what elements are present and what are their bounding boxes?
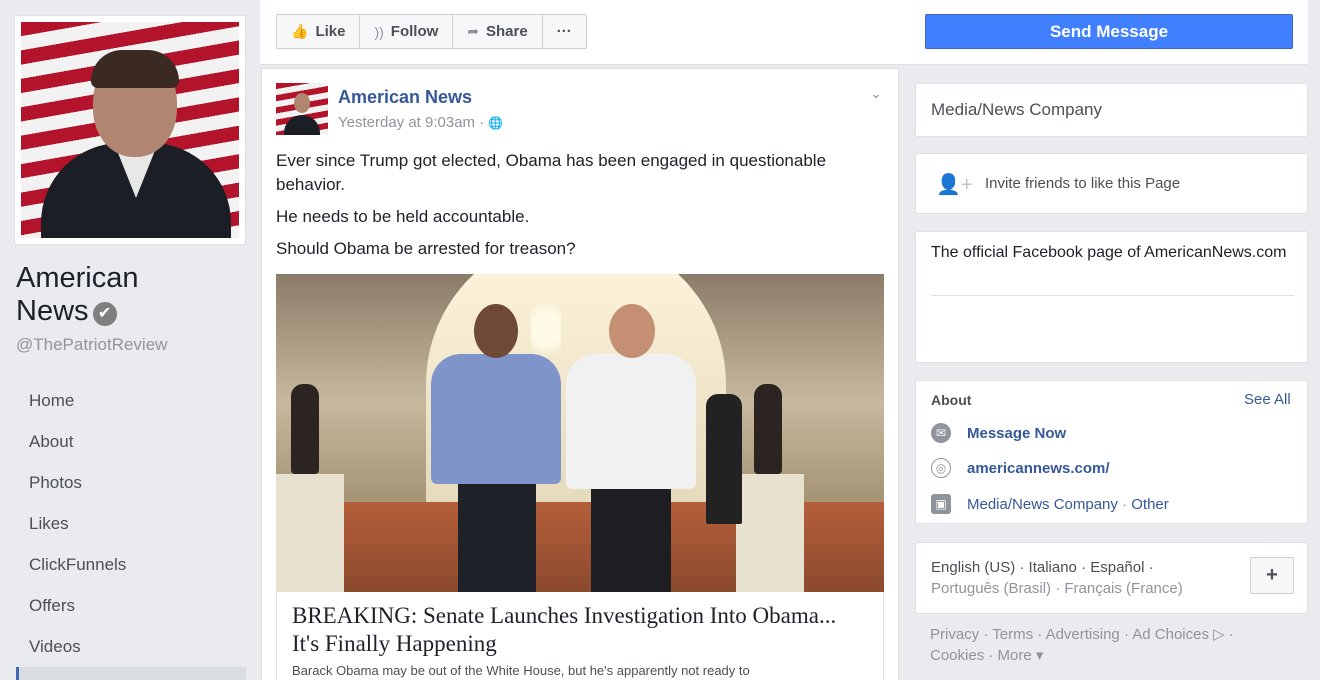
share-button[interactable]: ➦ Share xyxy=(453,15,543,48)
nav-item-likes[interactable]: Likes xyxy=(16,503,246,544)
like-button[interactable]: 👍 Like xyxy=(277,15,361,48)
description-card: The official Facebook page of AmericanNe… xyxy=(915,231,1308,363)
language-current[interactable]: English (US) xyxy=(931,559,1015,576)
chevron-down-icon[interactable]: ⌄ xyxy=(870,85,882,102)
link-preview-image[interactable] xyxy=(276,274,884,592)
link-preview[interactable]: BREAKING: Senate Launches Investigation … xyxy=(276,592,884,680)
about-row-category: ▣ Media/News Company · Other xyxy=(931,492,1169,516)
nav-item-home[interactable]: Home xyxy=(16,380,246,421)
profile-picture[interactable] xyxy=(14,15,246,245)
message-now-link[interactable]: Message Now xyxy=(967,425,1066,442)
thumbs-up-icon: 👍 xyxy=(291,23,309,39)
page-handle[interactable]: @ThePatriotReview xyxy=(16,335,167,355)
category-card: Media/News Company xyxy=(915,83,1308,137)
about-heading: About xyxy=(931,392,972,408)
send-message-button[interactable]: Send Message xyxy=(925,14,1293,49)
post-card: American News Yesterday at 9:03am · 🌐 ⌄ … xyxy=(261,68,899,680)
post-paragraph: Should Obama be arrested for treason? xyxy=(276,239,576,258)
about-card: About See All ✉ Message Now ◎ americanne… xyxy=(915,380,1308,524)
page-description: The official Facebook page of AmericanNe… xyxy=(931,244,1287,261)
invite-card[interactable]: 👤+ Invite friends to like this Page xyxy=(915,153,1308,214)
follow-button[interactable]: )) Follow xyxy=(360,15,454,48)
page-category: Media/News Company xyxy=(931,100,1103,119)
nav-item-posts[interactable]: Posts xyxy=(16,667,246,680)
post-paragraph: He needs to be held accountable. xyxy=(276,207,530,226)
add-language-button[interactable]: + xyxy=(1250,557,1294,594)
category-other-link[interactable]: Other xyxy=(1131,496,1169,513)
footer-line1[interactable]: Privacy · Terms · Advertising · Ad Choic… xyxy=(930,624,1290,645)
see-all-link[interactable]: See All xyxy=(1244,391,1291,408)
post-paragraph: Ever since Trump got elected, Obama has … xyxy=(276,151,827,194)
nav-item-offers[interactable]: Offers xyxy=(16,585,246,626)
language-list: English (US) · Italiano · Español · Port… xyxy=(931,557,1231,599)
globe-icon: ◎ xyxy=(931,458,951,478)
nav-item-clickfunnels[interactable]: ClickFunnels xyxy=(16,544,246,585)
nav-item-about[interactable]: About xyxy=(16,421,246,462)
globe-icon: 🌐 xyxy=(488,116,504,130)
language-options-2[interactable]: Português (Brasil) · Français (France) xyxy=(931,578,1231,599)
briefcase-icon: ▣ xyxy=(931,494,951,514)
footer-line2[interactable]: Cookies · More ▾ xyxy=(930,645,1290,666)
link-headline[interactable]: BREAKING: Senate Launches Investigation … xyxy=(292,602,852,658)
nav-item-photos[interactable]: Photos xyxy=(16,462,246,503)
add-person-icon: 👤+ xyxy=(936,174,973,196)
page-action-bar: 👍 Like )) Follow ➦ Share ··· Send Message xyxy=(260,0,1308,65)
separator: · xyxy=(1117,495,1132,513)
post-timestamp[interactable]: Yesterday at 9:03am · 🌐 xyxy=(338,114,503,131)
page-title-line1: American xyxy=(16,262,139,294)
verified-badge-icon: ✔ xyxy=(92,302,117,326)
about-row-website: ◎ americannews.com/ xyxy=(931,456,1110,480)
more-options-button[interactable]: ··· xyxy=(543,15,586,48)
language-card: English (US) · Italiano · Español · Port… xyxy=(915,542,1308,614)
messenger-icon: ✉ xyxy=(931,423,951,443)
rss-icon: )) xyxy=(374,23,384,40)
about-row-message: ✉ Message Now xyxy=(931,421,1066,445)
post-author-avatar[interactable] xyxy=(276,83,328,135)
language-options-1[interactable]: · Italiano · Español · xyxy=(1015,559,1153,576)
page-title: American News ✔ xyxy=(16,262,139,328)
category-link[interactable]: Media/News Company xyxy=(967,496,1118,513)
action-buttons: 👍 Like )) Follow ➦ Share ··· xyxy=(276,14,587,49)
divider xyxy=(931,295,1294,296)
post-body: Ever since Trump got elected, Obama has … xyxy=(276,149,886,269)
profile-photo xyxy=(21,22,239,238)
link-snippet: Barack Obama may be out of the White Hou… xyxy=(292,663,750,678)
page-nav: Home About Photos Likes ClickFunnels Off… xyxy=(16,380,246,680)
left-sidebar: American News ✔ @ThePatriotReview Home Ab… xyxy=(0,0,260,680)
website-link[interactable]: americannews.com/ xyxy=(967,460,1110,477)
share-arrow-icon: ➦ xyxy=(467,23,480,39)
footer-links: Privacy · Terms · Advertising · Ad Choic… xyxy=(930,624,1290,666)
nav-item-videos[interactable]: Videos xyxy=(16,626,246,667)
page-title-line2: News xyxy=(16,295,89,327)
invite-friends-link[interactable]: Invite friends to like this Page xyxy=(985,175,1180,192)
post-author-name[interactable]: American News xyxy=(338,87,472,108)
